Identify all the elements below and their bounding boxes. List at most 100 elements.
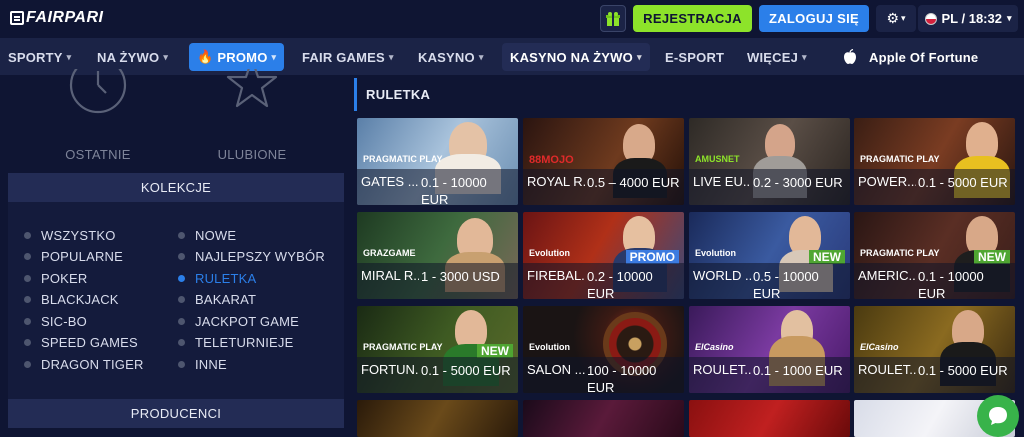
game-bet-range: 0.2 - 10000 EUR (587, 269, 653, 299)
bullet-icon (178, 360, 185, 368)
language-time-selector[interactable]: PL / 18:32 ▾ (918, 5, 1018, 32)
recent-favorites-panel: OSTATNIE ULUBIONE (8, 69, 344, 175)
game-card[interactable] (357, 400, 518, 437)
collection-sic-bo[interactable]: SIC-BO (24, 311, 87, 331)
game-bet-range: 0.1 - 1000 EUR (753, 363, 843, 378)
gear-icon: ⚙ (886, 10, 900, 26)
login-button[interactable]: ZALOGUJ SIĘ (759, 5, 869, 32)
collection-blackjack[interactable]: BLACKJACK (24, 289, 119, 309)
game-card[interactable]: GRAZGAME MIRAL R... 1 - 3000 USD (357, 212, 518, 299)
register-button[interactable]: REJESTRACJA (633, 5, 752, 32)
nav-kasyno[interactable]: KASYNO ▾ (418, 43, 484, 71)
nav-label: SPORTY (8, 49, 63, 65)
nav-na-zywo[interactable]: NA ŻYWO ▾ (97, 43, 168, 71)
nav-fair-games[interactable]: FAIR GAMES ▾ (302, 43, 394, 71)
chevron-down-icon: ▾ (1006, 13, 1012, 23)
nav-label: KASYNO (418, 49, 475, 65)
game-card[interactable]: Evolution NEW WORLD ... 0.5 - 10000 EUR (689, 212, 850, 299)
collection-label: TELETURNIEJE (195, 334, 294, 350)
main-nav: SPORTY ▾ NA ŻYWO ▾ 🔥 PROMO ▾ FAIR GAMES ▾ KAS… (0, 38, 1024, 75)
game-card[interactable]: PRAGMATIC PLAY POWER... 0.1 - 5000 EUR (854, 118, 1015, 205)
bullet-icon (178, 274, 185, 282)
gift-button[interactable] (600, 5, 626, 32)
collection-jackpot-game[interactable]: JACKPOT GAME (178, 311, 299, 331)
game-name: POWER... (858, 174, 916, 189)
chat-button[interactable] (977, 395, 1019, 437)
producers-header[interactable]: PRODUCENCI (8, 399, 344, 428)
collection-popularne[interactable]: POPULARNE (24, 246, 123, 266)
game-name: ROULET... (693, 362, 751, 377)
logo-mark-icon (10, 11, 24, 25)
chevron-down-icon: ▾ (478, 51, 484, 62)
game-name: AMERIC... (858, 268, 916, 283)
collection-speed-games[interactable]: SPEED GAMES (24, 332, 138, 352)
provider-logo: Evolution (529, 342, 570, 352)
game-bet-range: 100 - 10000 EUR (587, 363, 657, 393)
collection-wszystko[interactable]: WSZYSTKO (24, 225, 116, 245)
main-content: RULETKA PRAGMATIC PLAY GATES ... 0.1 - 10… (352, 75, 1024, 437)
game-caption: ROYAL R...0.5 – 4000 EUR (523, 169, 684, 205)
nav-apple-of-fortune[interactable]: Apple Of Fortune (843, 43, 978, 71)
game-bet-range: 0.5 - 10000 EUR (753, 269, 819, 299)
section-title: RULETKA (352, 78, 1024, 111)
game-card[interactable]: PRAGMATIC PLAY NEW AMERIC... 0.1 - 10000 … (854, 212, 1015, 299)
collection-label: SPEED GAMES (41, 334, 138, 350)
collection-nowe[interactable]: NOWE (178, 225, 236, 245)
logo[interactable]: FAIRPARI (10, 9, 103, 27)
game-card[interactable]: Evolution SALON ... 100 - 10000 EUR (523, 306, 684, 393)
nav-sporty[interactable]: SPORTY ▾ (8, 43, 71, 71)
collection-inne[interactable]: INNE (178, 354, 227, 374)
nav-wiecej[interactable]: WIĘCEJ ▾ (747, 43, 807, 71)
chevron-down-icon: ▾ (388, 51, 394, 62)
collection-label: JACKPOT GAME (195, 313, 300, 329)
provider-logo: Evolution (695, 248, 736, 258)
collection-teleturnieje[interactable]: TELETURNIEJE (178, 332, 293, 352)
collection-poker[interactable]: POKER (24, 268, 88, 288)
collection-bakarat[interactable]: BAKARAT (178, 289, 256, 309)
game-caption: WORLD ... 0.5 - 10000 EUR (689, 263, 850, 299)
game-card[interactable]: Evolution PROMO FIREBAL...0.2 - 10000 EU… (523, 212, 684, 299)
game-caption: ROULET... 0.1 - 1000 EUR (689, 357, 850, 393)
nav-promo[interactable]: 🔥 PROMO ▾ (189, 43, 285, 71)
game-name: ROYAL R... (527, 174, 585, 189)
collection-najlepszy-wybor[interactable]: NAJLEPSZY WYBÓR (178, 246, 325, 266)
collection-label: INNE (195, 356, 227, 372)
collection-dragon-tiger[interactable]: DRAGON TIGER (24, 354, 144, 374)
promo-badge: PROMO (625, 250, 679, 264)
nav-e-sport[interactable]: E-SPORT (665, 43, 724, 71)
nav-label: WIĘCEJ (747, 49, 799, 65)
chevron-down-icon: ▾ (901, 13, 906, 23)
game-bet-range: 0.1 - 10000 EUR (421, 175, 487, 205)
bullet-icon (178, 338, 185, 346)
nav-label: Apple Of Fortune (869, 49, 979, 65)
game-card[interactable]: PRAGMATIC PLAY NEW FORTUN...0.1 - 5000 E… (357, 306, 518, 393)
bullet-icon (24, 231, 31, 239)
nav-kasyno-na-zywo[interactable]: KASYNO NA ŻYWO ▾ (502, 43, 650, 71)
game-card[interactable] (523, 400, 684, 437)
game-name: FORTUN... (361, 362, 419, 377)
game-name: LIVE EU... (693, 174, 751, 189)
collection-ruletka[interactable]: RULETKA (178, 268, 256, 288)
recent-label: OSTATNIE (65, 147, 131, 162)
game-name: SALON ... (527, 362, 585, 377)
star-icon (226, 69, 278, 108)
game-card[interactable] (689, 400, 850, 437)
collections-list: WSZYSTKO POPULARNE POKER BLACKJACK SIC-B… (8, 202, 344, 402)
game-card[interactable]: ElCasino ROULET... 0.1 - 5000 EUR (854, 306, 1015, 393)
flame-icon: 🔥 (197, 49, 214, 64)
game-caption: FORTUN...0.1 - 5000 EUR (357, 357, 518, 393)
game-card[interactable]: ElCasino ROULET... 0.1 - 1000 EUR (689, 306, 850, 393)
game-card[interactable]: 88MOJO ROYAL R...0.5 – 4000 EUR (523, 118, 684, 205)
game-card[interactable]: AMUSNET LIVE EU... 0.2 - 3000 EUR (689, 118, 850, 205)
provider-logo: GRAZGAME (363, 248, 416, 258)
game-caption: AMERIC... 0.1 - 10000 EUR (854, 263, 1015, 299)
chevron-down-icon: ▾ (163, 51, 169, 62)
collection-label: NOWE (195, 227, 237, 243)
nav-label: PROMO (217, 49, 268, 65)
game-card[interactable]: PRAGMATIC PLAY GATES ... 0.1 - 10000 EUR (357, 118, 518, 205)
collection-label: POPULARNE (41, 248, 123, 264)
chevron-down-icon: ▾ (271, 51, 277, 62)
settings-button[interactable]: ⚙ ▾ (876, 5, 916, 32)
provider-logo: ElCasino (860, 342, 899, 352)
game-name: FIREBAL... (527, 268, 585, 283)
